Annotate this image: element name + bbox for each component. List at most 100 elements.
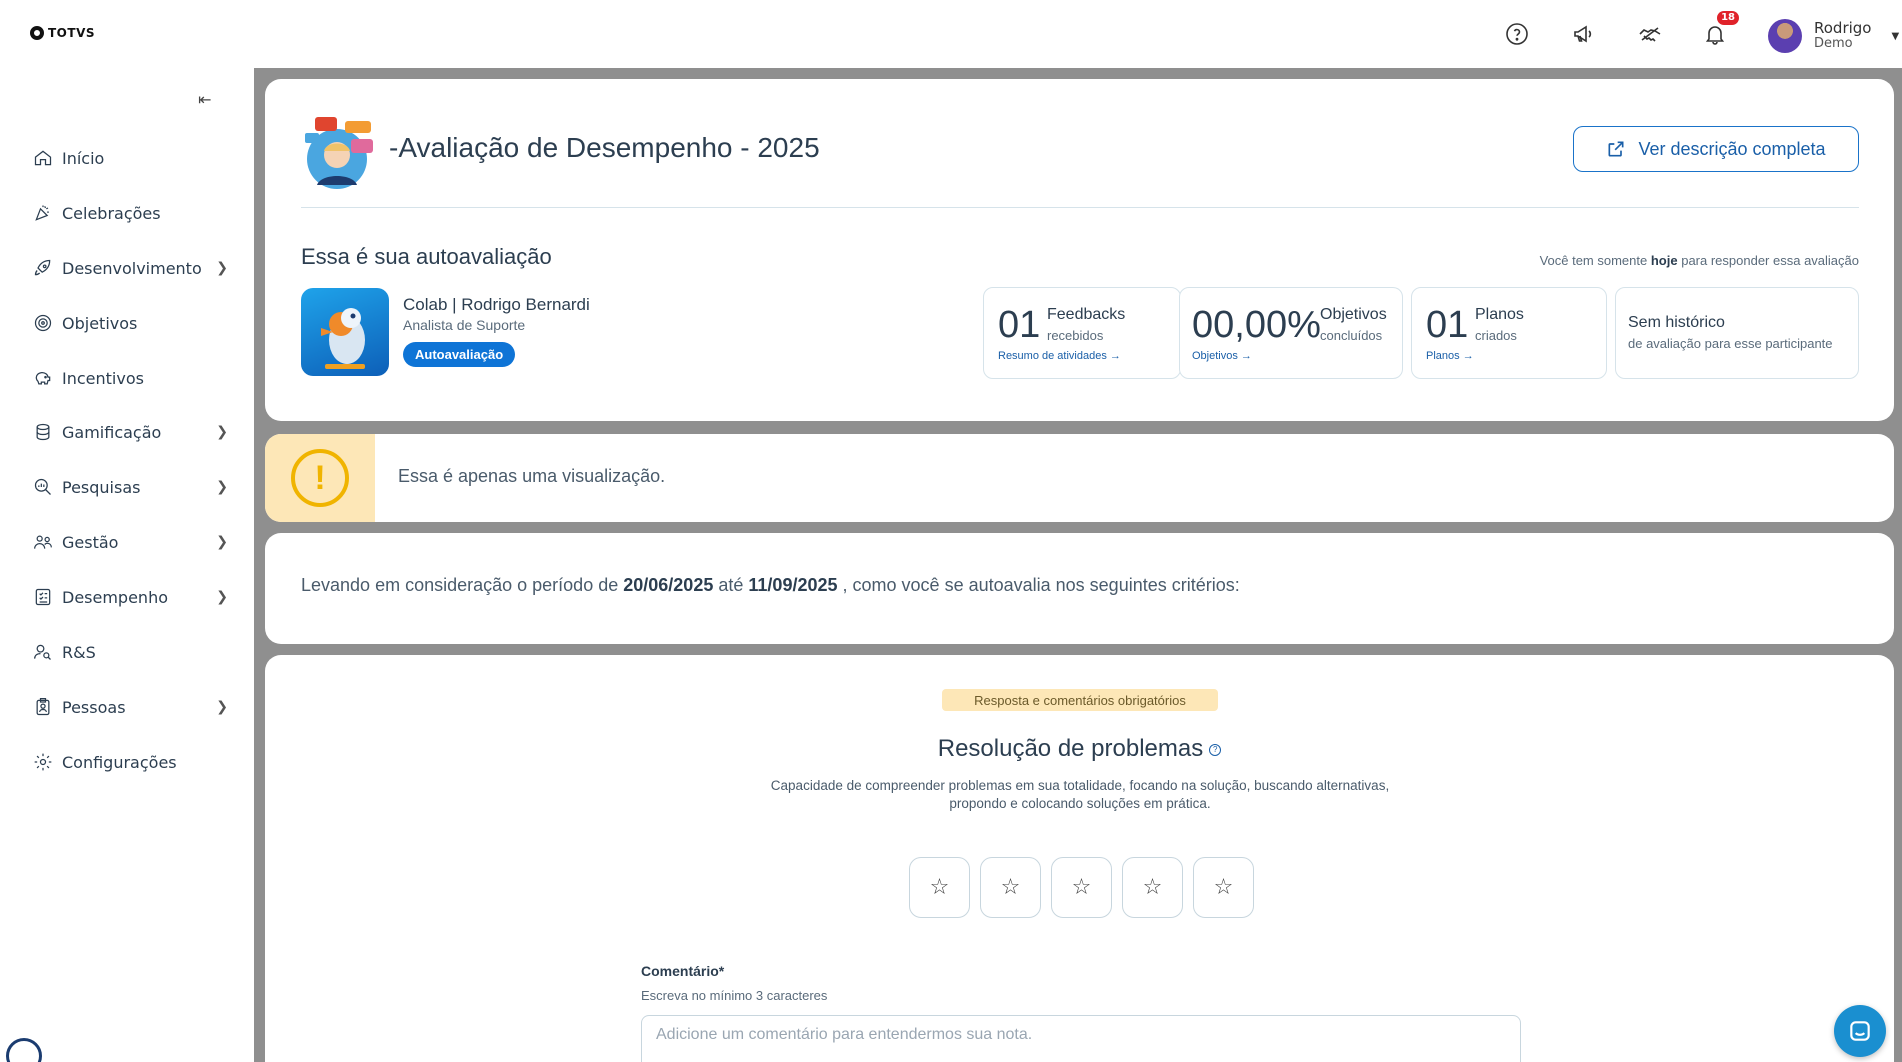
notifications-button[interactable]: 18 [1701, 11, 1739, 48]
exclamation-icon: ! [291, 449, 349, 507]
sidebar-item-label: Gamificação [62, 422, 162, 442]
user-role: Demo [1814, 36, 1853, 51]
objectives-percent: 00,00% [1192, 304, 1321, 346]
external-link-icon [1608, 141, 1624, 157]
totvs-logo[interactable]: TOTVS [30, 26, 95, 40]
sidebar-item-label: Início [62, 148, 105, 168]
plans-link[interactable]: Planos → [1426, 350, 1474, 362]
piggy-bank-icon [32, 367, 54, 389]
user-avatar [1768, 19, 1802, 53]
badge-icon [32, 696, 54, 718]
feedbacks-sub: recebidos [1047, 328, 1104, 343]
plans-stat-card: 01 Planos criados Planos → [1411, 287, 1607, 379]
collapse-sidebar-button[interactable]: ⇤ [198, 90, 211, 109]
sidebar-item-desenvolvimento[interactable]: Desenvolvimento ❯ [32, 253, 228, 283]
divider [301, 207, 1859, 208]
deadline-prefix: Você tem somente [1539, 253, 1648, 268]
sidebar-item-r-s[interactable]: R&S [32, 637, 228, 667]
plans-label: Planos [1475, 306, 1524, 323]
criterion-title: Resolução de problemas [937, 735, 1204, 762]
period-start: 20/06/2025 [623, 575, 714, 595]
criterion-title-row: Resolução de problemas? [265, 735, 1894, 763]
feedbacks-stat-card: 01 Feedbacks recebidos Resumo de ativida… [983, 287, 1181, 379]
star-rating-2-button[interactable]: ☆ [980, 857, 1041, 918]
objectives-label: Objetivos [1320, 306, 1387, 323]
sidebar-item-incentivos[interactable]: Incentivos [32, 363, 228, 393]
sidebar-item-pesquisas[interactable]: Pesquisas ❯ [32, 472, 228, 502]
star-rating-1-button[interactable]: ☆ [909, 857, 970, 918]
feedbacks-label: Feedbacks [1047, 306, 1126, 323]
activity-summary-link[interactable]: Resumo de atividades → [998, 350, 1121, 362]
preview-warning-card: ! Essa é apenas uma visualização. [265, 434, 1894, 522]
chevron-right-icon: ❯ [216, 424, 228, 440]
star-rating: ☆ ☆ ☆ ☆ ☆ [909, 857, 1254, 918]
plans-sub: criados [1475, 328, 1517, 343]
sidebar-item-configuracoes[interactable]: Configurações [32, 747, 228, 777]
participant-role: Analista de Suporte [403, 317, 526, 333]
period-end: 11/09/2025 [748, 575, 838, 595]
objectives-link[interactable]: Objetivos → [1192, 350, 1252, 362]
sidebar-item-label: R&S [62, 642, 96, 662]
star-icon: ☆ [1213, 875, 1234, 900]
sidebar-item-label: Objetivos [62, 313, 138, 333]
sidebar-item-celebracoes[interactable]: Celebrações [32, 198, 228, 228]
star-icon: ☆ [1071, 875, 1092, 900]
chat-button[interactable] [1834, 1005, 1886, 1057]
sidebar-item-label: Incentivos [62, 368, 144, 388]
self-evaluation-title: Essa é sua autoavaliação [301, 244, 552, 269]
chevron-right-icon: ❯ [216, 479, 228, 495]
search-chart-icon [32, 476, 54, 498]
handshake-icon [1639, 27, 1661, 42]
sidebar-item-label: Celebrações [62, 203, 161, 223]
info-icon[interactable]: ? [1209, 743, 1222, 756]
coins-icon [32, 421, 54, 443]
sidebar-item-objetivos[interactable]: Objetivos [32, 308, 228, 338]
sidebar-item-desempenho[interactable]: Desempenho ❯ [32, 582, 228, 612]
evaluation-title: -Avaliação de Desempenho - 2025 [389, 132, 820, 163]
star-rating-4-button[interactable]: ☆ [1122, 857, 1183, 918]
megaphone-icon [1574, 25, 1592, 43]
period-suffix: , como você se autoavalia nos seguintes … [842, 575, 1240, 595]
sidebar-item-label: Pessoas [62, 697, 126, 717]
sidebar-item-label: Pesquisas [62, 477, 141, 497]
sidebar-item-pessoas[interactable]: Pessoas ❯ [32, 692, 228, 722]
star-rating-5-button[interactable]: ☆ [1193, 857, 1254, 918]
caret-down-icon: ▼ [1891, 30, 1900, 42]
sidebar-item-label: Desempenho [62, 587, 168, 607]
comment-hint: Escreva no mínimo 3 caracteres [641, 988, 828, 1003]
notifications-badge: 18 [1717, 11, 1739, 25]
sidebar: ⇤ Início Celebrações Desenvolvimento ❯ Objet… [0, 68, 254, 1062]
chevron-right-icon: ❯ [216, 260, 228, 276]
objectives-sub: concluídos [1320, 328, 1383, 343]
period-text: Levando em consideração o período de 20/… [301, 575, 1240, 596]
objectives-stat-card: 00,00% Objetivos concluídos Objetivos → [1179, 287, 1403, 379]
required-tag: Resposta e comentários obrigatórios [942, 689, 1218, 711]
star-rating-3-button[interactable]: ☆ [1051, 857, 1112, 918]
handshake-button[interactable] [1636, 20, 1664, 48]
users-icon [32, 531, 54, 553]
comment-input[interactable] [641, 1015, 1521, 1062]
star-icon: ☆ [1000, 875, 1021, 900]
user-name: Rodrigo [1814, 19, 1872, 37]
announcements-button[interactable] [1569, 20, 1597, 48]
star-icon: ☆ [1142, 875, 1163, 900]
view-full-description-button[interactable]: Ver descrição completa [1573, 126, 1859, 172]
period-prefix: Levando em consideração o período de [301, 575, 619, 595]
criterion-card: Resposta e comentários obrigatórios Reso… [265, 655, 1894, 1062]
party-popper-icon [32, 202, 54, 224]
self-evaluation-tag: Autoavaliação [403, 342, 516, 367]
bird-mascot-icon [321, 308, 365, 369]
participant-avatar [301, 288, 389, 376]
user-menu[interactable]: Rodrigo Demo ▼ [1768, 19, 1899, 53]
criterion-description: Capacidade de compreender problemas em s… [770, 778, 1390, 811]
period-card: Levando em consideração o período de 20/… [265, 533, 1894, 644]
sidebar-item-inicio[interactable]: Início [32, 143, 228, 173]
evaluation-card: -Avaliação de Desempenho - 2025 Ver desc… [265, 79, 1894, 421]
sidebar-item-gamificacao[interactable]: Gamificação ❯ [32, 417, 228, 447]
help-button[interactable] [1503, 20, 1531, 48]
period-middle: até [718, 575, 744, 595]
rocket-icon [32, 257, 54, 279]
participant-name: Colab | Rodrigo Bernardi [403, 295, 590, 314]
sidebar-item-gestao[interactable]: Gestão ❯ [32, 527, 228, 557]
checklist-icon [32, 586, 54, 608]
